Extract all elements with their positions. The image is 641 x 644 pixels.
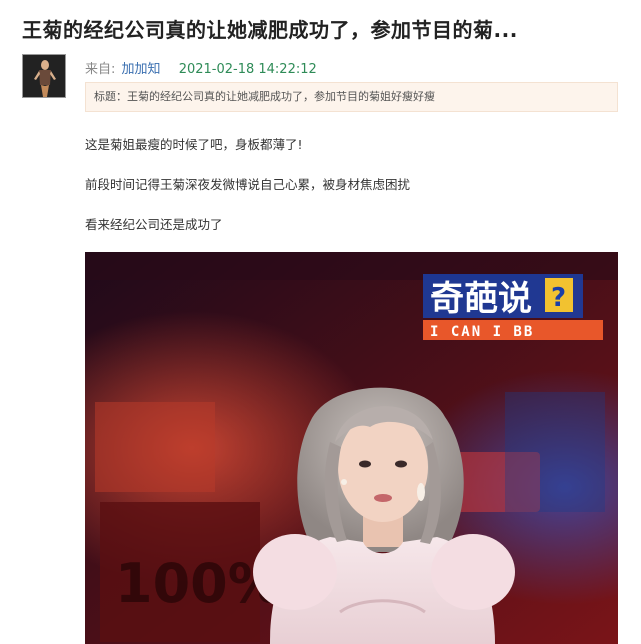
author-link[interactable]: 加加知 [122,62,161,77]
post-datetime: 2021-02-18 14:22:12 [178,62,317,77]
article-photo[interactable]: 100% 奇葩说 ? I CAN I BB [85,252,618,644]
show-logo: 奇葩说 ? I CAN I BB [423,274,603,340]
paragraph-2: 前段时间记得王菊深夜发微博说自己心累，被身材焦虑困扰 [85,177,411,192]
post-meta: 来自: 加加知 2021-02-18 14:22:12 [85,58,317,77]
article-title: 王菊的经纪公司真的让她减肥成功了，参加节目的菊... [22,18,518,42]
logo-badge: ? [551,283,566,313]
paragraph-3: 看来经纪公司还是成功了 [85,217,223,232]
photo-scene: 100% 奇葩说 ? I CAN I BB [85,252,618,644]
meta-from-label: 来自: [85,62,116,77]
logo-title: 奇葩说 [430,279,532,319]
logo-subtitle: I CAN I BB [430,324,534,340]
avatar-image [23,55,65,97]
paragraph-1: 这是菊姐最瘦的时候了吧，身板都薄了! [85,137,303,152]
subtitle-box: 标题：王菊的经纪公司真的让她减肥成功了，参加节目的菊姐好瘦好瘦 [85,82,618,112]
avatar[interactable] [22,54,66,98]
